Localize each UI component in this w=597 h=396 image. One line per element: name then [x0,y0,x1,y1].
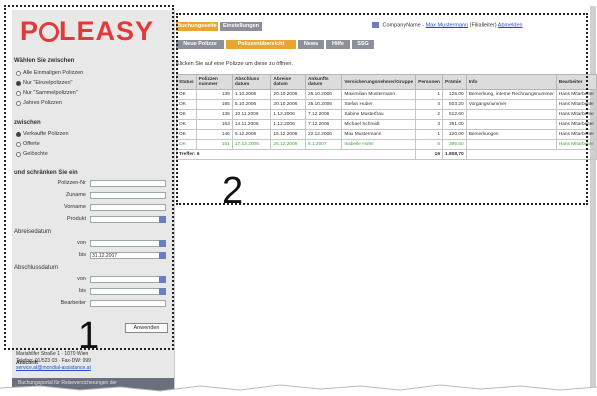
callout-number-2: 2 [222,170,244,212]
callout-box-1 [4,5,174,350]
callout-number-1: 1 [78,315,100,357]
torn-edge [0,384,597,396]
